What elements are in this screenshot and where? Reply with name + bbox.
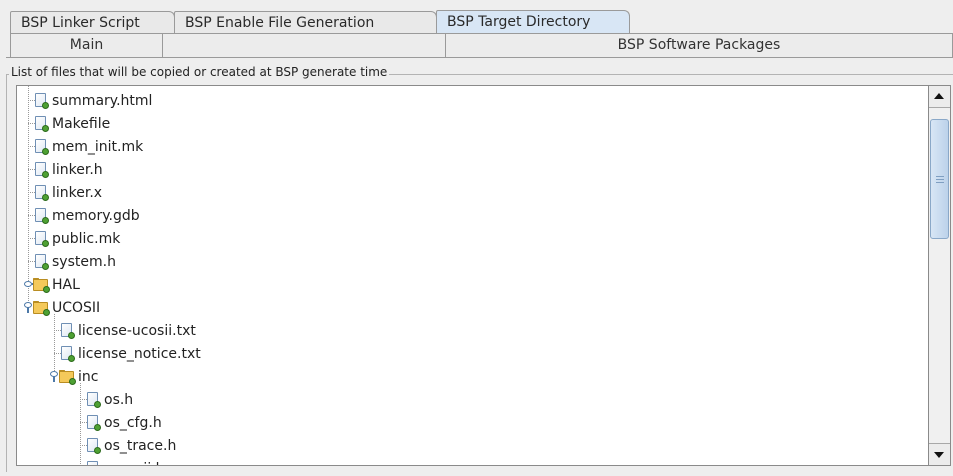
folder-icon xyxy=(59,369,76,385)
tree-item-label: linker.x xyxy=(52,184,103,201)
file-icon xyxy=(33,230,49,247)
tree-item-label: memory.gdb xyxy=(52,207,140,224)
tree-file-item[interactable]: os.h xyxy=(85,388,133,411)
tree-item-label: inc xyxy=(78,368,99,385)
tree-file-item[interactable]: ucos_ii.h xyxy=(85,457,165,466)
tab-strip-top: BSP Linker Script BSP Enable File Genera… xyxy=(10,10,630,33)
tab-bsp-linker-script[interactable]: BSP Linker Script xyxy=(10,11,175,33)
file-icon xyxy=(85,460,101,465)
tree-item-label: os.h xyxy=(104,391,134,408)
file-icon xyxy=(33,138,49,155)
tree-folder-item[interactable]: inc xyxy=(59,365,98,388)
file-icon xyxy=(33,115,49,132)
file-icon xyxy=(59,322,75,339)
tree-item-label: summary.html xyxy=(52,92,153,109)
file-icon xyxy=(33,207,49,224)
tree-item-label: os_cfg.h xyxy=(104,414,162,431)
tree-file-item[interactable]: license_notice.txt xyxy=(59,342,201,365)
arrow-down-icon xyxy=(934,452,944,458)
tree-item-label: public.mk xyxy=(52,230,121,247)
tab-blank[interactable] xyxy=(162,34,446,58)
tab-content-border xyxy=(6,57,953,58)
tree-file-item[interactable]: license-ucosii.txt xyxy=(59,319,196,342)
scroll-up-button[interactable] xyxy=(929,86,950,108)
tree-folder-item[interactable]: UCOSII xyxy=(33,296,100,319)
tab-main[interactable]: Main xyxy=(10,34,163,58)
file-icon xyxy=(33,92,49,109)
tree-file-item[interactable]: linker.x xyxy=(33,181,102,204)
tree-item-label: os_trace.h xyxy=(104,437,177,454)
group-title: List of files that will be copied or cre… xyxy=(9,65,390,79)
tree-file-item[interactable]: Makefile xyxy=(33,112,110,135)
scroll-down-button[interactable] xyxy=(929,443,950,465)
tree-item-label: license_notice.txt xyxy=(78,345,201,362)
tree-line xyxy=(54,314,55,379)
arrow-up-icon xyxy=(934,93,944,99)
tree-file-item[interactable]: os_trace.h xyxy=(85,434,176,457)
tab-bsp-software-packages[interactable]: BSP Software Packages xyxy=(445,34,953,58)
expand-toggle-icon[interactable] xyxy=(24,281,32,287)
tab-bsp-enable-file-generation[interactable]: BSP Enable File Generation xyxy=(174,11,437,33)
file-icon xyxy=(33,184,49,201)
tree-file-item[interactable]: linker.h xyxy=(33,158,103,181)
file-tree[interactable]: summary.html Makefile mem_init.mk linker.h l… xyxy=(16,85,929,466)
tree-item-label: linker.h xyxy=(52,161,103,178)
tree-line xyxy=(80,383,81,465)
tree-line xyxy=(28,86,29,307)
file-icon xyxy=(85,437,101,454)
file-icon xyxy=(59,345,75,362)
folder-icon xyxy=(33,300,50,316)
vertical-scrollbar[interactable] xyxy=(929,85,951,466)
tree-file-item[interactable]: memory.gdb xyxy=(33,204,140,227)
tree-item-label: mem_init.mk xyxy=(52,138,144,155)
folder-icon xyxy=(33,277,50,293)
file-icon xyxy=(85,414,101,431)
tree-item-label: system.h xyxy=(52,253,116,270)
tree-item-label: Makefile xyxy=(52,115,111,132)
tree-file-item[interactable]: mem_init.mk xyxy=(33,135,143,158)
file-icon xyxy=(33,161,49,178)
tree-file-item[interactable]: summary.html xyxy=(33,89,152,112)
tree-item-label: UCOSII xyxy=(52,299,101,316)
tree-file-item[interactable]: public.mk xyxy=(33,227,120,250)
scroll-thumb[interactable] xyxy=(930,119,949,239)
tab-bsp-target-directory[interactable]: BSP Target Directory xyxy=(436,10,630,33)
file-icon xyxy=(33,253,49,270)
tree-item-label: license-ucosii.txt xyxy=(78,322,196,339)
tree-folder-item[interactable]: HAL xyxy=(33,273,80,296)
tree-file-item[interactable]: os_cfg.h xyxy=(85,411,162,434)
tree-item-label: ucos_ii.h xyxy=(104,461,165,466)
file-icon xyxy=(85,391,101,408)
tree-file-item[interactable]: system.h xyxy=(33,250,116,273)
tree-item-label: HAL xyxy=(52,276,80,293)
tab-strip-bottom: Main BSP Software Packages xyxy=(10,33,953,58)
